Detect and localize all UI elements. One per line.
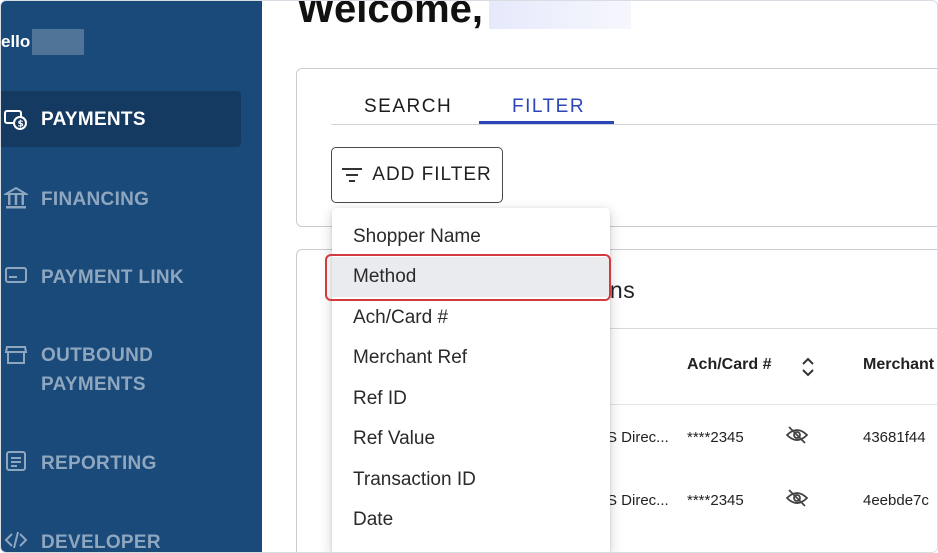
sidebar-item-payments[interactable]: $ PAYMENTS (1, 91, 241, 147)
divider (591, 404, 937, 405)
menu-item-ref-value[interactable]: Ref Value (332, 419, 610, 459)
sidebar-item-outbound-payments[interactable]: OUTBOUND PAYMENTS (1, 341, 241, 399)
sidebar-item-financing[interactable]: FINANCING (1, 185, 241, 214)
payments-icon: $ (1, 107, 31, 131)
sidebar-item-label: OUTBOUND (41, 345, 154, 366)
sidebar-item-label: PAYMENTS (41, 374, 146, 395)
menu-item-merchant-ref[interactable]: Merchant Ref (332, 338, 610, 378)
sidebar-item-label: REPORTING (41, 453, 157, 474)
row-card-number: ****2345 (687, 492, 744, 509)
menu-item-date[interactable]: Date (332, 500, 610, 540)
menu-item-transaction-id[interactable]: Transaction ID (332, 460, 610, 500)
greeting: ello (1, 29, 85, 55)
filter-lines-icon (342, 168, 363, 182)
sidebar-item-label: PAYMENT LINK (41, 267, 184, 288)
page-title: Welcome, (297, 0, 631, 32)
column-header-ach-card[interactable]: Ach/Card # (687, 356, 771, 374)
bank-icon (1, 185, 31, 211)
tab-bar: SEARCH FILTER (331, 94, 937, 125)
sidebar: ello $ PAYMENTS FINANCING PAYMENT LINK O… (1, 1, 262, 553)
row-merchant: 4eebde7c (863, 492, 929, 509)
active-tab-indicator (479, 121, 614, 124)
report-icon (1, 449, 31, 473)
highlight-annotation (325, 254, 611, 301)
sidebar-item-label: PAYMENTS (41, 108, 146, 130)
redacted-username (32, 29, 85, 55)
row-merchant: 43681f44 (863, 429, 926, 446)
add-filter-button[interactable]: ADD FILTER (331, 147, 503, 203)
add-filter-label: ADD FILTER (372, 164, 492, 185)
sidebar-item-payment-link[interactable]: PAYMENT LINK (1, 263, 241, 292)
eye-off-icon[interactable] (785, 426, 809, 449)
sidebar-item-reporting[interactable]: REPORTING (1, 449, 241, 478)
row-method: S Direc... (607, 492, 669, 509)
svg-text:$: $ (18, 120, 25, 130)
menu-item-shopper-name[interactable]: Shopper Name (332, 217, 610, 257)
sidebar-item-developer[interactable]: DEVELOPER (1, 528, 241, 553)
link-card-icon (1, 263, 31, 287)
tab-search[interactable]: SEARCH (364, 94, 452, 118)
column-header-merchant[interactable]: Merchant (863, 356, 934, 374)
menu-item-ref-id[interactable]: Ref ID (332, 379, 610, 419)
row-method: S Direc... (607, 429, 669, 446)
tab-filter[interactable]: FILTER (512, 94, 585, 118)
sidebar-item-label: FINANCING (41, 189, 150, 210)
redacted-name (489, 1, 631, 30)
row-card-number: ****2345 (687, 429, 744, 446)
storefront-icon (1, 341, 31, 367)
code-icon (1, 528, 31, 552)
welcome-text: Welcome, (297, 0, 483, 31)
divider (591, 328, 937, 329)
app-window: ello $ PAYMENTS FINANCING PAYMENT LINK O… (0, 0, 938, 553)
menu-item-ach-card[interactable]: Ach/Card # (332, 298, 610, 338)
sidebar-item-label: DEVELOPER (41, 532, 161, 553)
eye-off-icon[interactable] (785, 489, 809, 512)
sort-icon[interactable] (801, 356, 815, 383)
greeting-text: ello (1, 32, 31, 51)
